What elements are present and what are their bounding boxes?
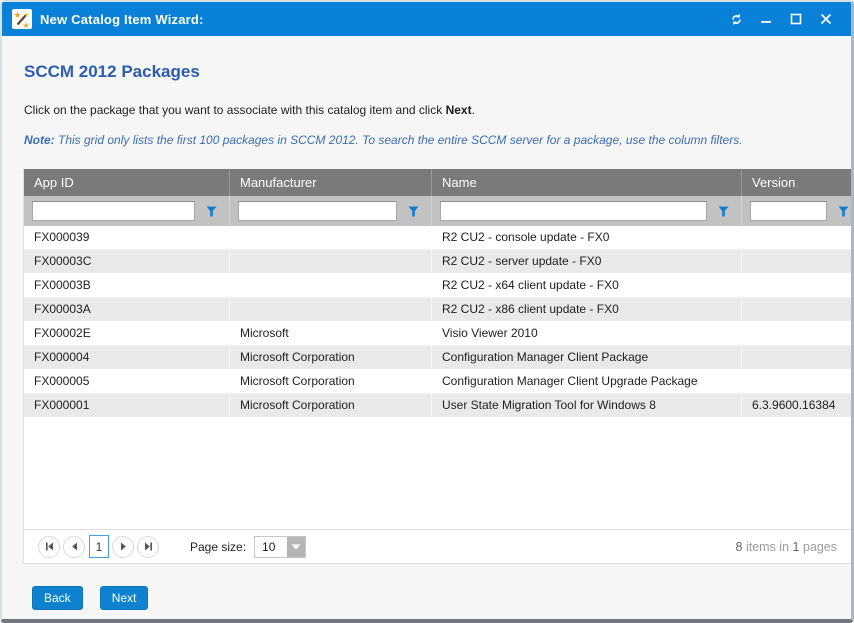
cell-app_id: FX00003C bbox=[24, 250, 230, 273]
cell-manufacturer: Microsoft bbox=[230, 322, 432, 345]
filter-cell-manufacturer bbox=[230, 196, 432, 226]
cell-name: Configuration Manager Client Upgrade Pac… bbox=[432, 370, 742, 393]
note-label: Note: bbox=[24, 133, 55, 147]
column-header-name[interactable]: Name bbox=[432, 169, 742, 196]
previous-page-button[interactable] bbox=[63, 536, 85, 558]
column-header-manufacturer[interactable]: Manufacturer bbox=[230, 169, 432, 196]
wizard-footer: Back Next bbox=[32, 586, 148, 610]
cell-app_id: FX00003B bbox=[24, 274, 230, 297]
cell-name: User State Migration Tool for Windows 8 bbox=[432, 394, 742, 417]
cell-app_id: FX000005 bbox=[24, 370, 230, 393]
page-title: SCCM 2012 Packages bbox=[24, 62, 200, 82]
table-row[interactable]: FX00003B R2 CU2 - x64 client update - FX0 bbox=[24, 274, 851, 298]
packages-grid-body: FX000039R2 CU2 - console update - FX0FX0… bbox=[24, 226, 851, 418]
next-button[interactable]: Next bbox=[100, 586, 149, 610]
filter-input-name[interactable] bbox=[440, 201, 707, 221]
filter-funnel-icon[interactable] bbox=[201, 201, 221, 221]
cell-app_id: FX000039 bbox=[24, 226, 230, 249]
table-row[interactable]: FX000039 R2 CU2 - console update - FX0 bbox=[24, 226, 851, 250]
cell-app_id: FX000004 bbox=[24, 346, 230, 369]
current-page-button[interactable]: 1 bbox=[89, 535, 109, 558]
back-button[interactable]: Back bbox=[32, 586, 83, 610]
pager-summary: 8 items in 1 pages bbox=[736, 540, 837, 554]
cell-version bbox=[742, 274, 851, 297]
cell-app_id: FX00002E bbox=[24, 322, 230, 345]
close-icon[interactable] bbox=[811, 7, 841, 31]
next-page-button[interactable] bbox=[112, 536, 134, 558]
cell-version bbox=[742, 346, 851, 369]
filter-input-manufacturer[interactable] bbox=[238, 201, 397, 221]
cell-manufacturer bbox=[230, 250, 432, 273]
refresh-icon[interactable] bbox=[721, 7, 751, 31]
cell-version bbox=[742, 322, 851, 345]
svg-text:★: ★ bbox=[14, 10, 22, 20]
cell-name: R2 CU2 - x86 client update - FX0 bbox=[432, 298, 742, 321]
minimize-icon[interactable] bbox=[751, 7, 781, 31]
table-row[interactable]: FX00003C R2 CU2 - server update - FX0 bbox=[24, 250, 851, 274]
last-page-button[interactable] bbox=[137, 536, 159, 558]
wizard-window: ★ ★ ★ New Catalog Item Wizard: bbox=[0, 0, 854, 623]
filter-funnel-icon[interactable] bbox=[403, 201, 423, 221]
grid-filter-row bbox=[24, 196, 851, 226]
filter-cell-name bbox=[432, 196, 742, 226]
chevron-down-icon[interactable] bbox=[287, 537, 305, 557]
cell-manufacturer: Microsoft Corporation bbox=[230, 346, 432, 369]
table-row[interactable]: FX00003A R2 CU2 - x86 client update - FX0 bbox=[24, 298, 851, 322]
table-row[interactable]: FX000001Microsoft CorporationUser State … bbox=[24, 394, 851, 418]
instruction-suffix: . bbox=[472, 103, 475, 117]
cell-manufacturer: Microsoft Corporation bbox=[230, 370, 432, 393]
column-header-app_id[interactable]: App ID bbox=[24, 169, 230, 196]
page-size-label: Page size: bbox=[190, 540, 246, 554]
cell-version bbox=[742, 370, 851, 393]
wizard-app-icon: ★ ★ ★ bbox=[12, 9, 32, 29]
cell-name: Configuration Manager Client Package bbox=[432, 346, 742, 369]
svg-text:★: ★ bbox=[24, 12, 29, 19]
packages-grid: App IDManufacturerNameVersion FX000039 R2… bbox=[23, 169, 851, 564]
table-row[interactable]: FX000005Microsoft CorporationConfigurati… bbox=[24, 370, 851, 394]
window-title: New Catalog Item Wizard: bbox=[40, 12, 204, 27]
column-header-version[interactable]: Version bbox=[742, 169, 851, 196]
cell-version: 6.3.9600.16384 bbox=[742, 394, 851, 417]
maximize-icon[interactable] bbox=[781, 7, 811, 31]
cell-name: R2 CU2 - x64 client update - FX0 bbox=[432, 274, 742, 297]
filter-funnel-icon[interactable] bbox=[833, 201, 851, 221]
grid-header-row: App IDManufacturerNameVersion bbox=[24, 169, 851, 196]
cell-manufacturer: Microsoft Corporation bbox=[230, 394, 432, 417]
cell-manufacturer bbox=[230, 274, 432, 297]
note-body: This grid only lists the first 100 packa… bbox=[55, 133, 743, 147]
cell-name: Visio Viewer 2010 bbox=[432, 322, 742, 345]
filter-funnel-icon[interactable] bbox=[713, 201, 733, 221]
note-text: Note: This grid only lists the first 100… bbox=[24, 133, 743, 147]
instruction-prefix: Click on the package that you want to as… bbox=[24, 103, 446, 117]
cell-version bbox=[742, 298, 851, 321]
instruction-text: Click on the package that you want to as… bbox=[24, 103, 475, 117]
svg-text:★: ★ bbox=[23, 21, 30, 29]
page-size-dropdown[interactable]: 10 bbox=[254, 536, 306, 558]
items-text: items in bbox=[743, 540, 793, 554]
cell-manufacturer bbox=[230, 298, 432, 321]
filter-cell-version bbox=[742, 196, 851, 226]
packages-grid-inner: App IDManufacturerNameVersion FX000039 R2… bbox=[24, 169, 851, 418]
cell-version bbox=[742, 250, 851, 273]
cell-name: R2 CU2 - server update - FX0 bbox=[432, 250, 742, 273]
cell-app_id: FX000001 bbox=[24, 394, 230, 417]
items-count: 8 bbox=[736, 540, 743, 554]
cell-manufacturer bbox=[230, 226, 432, 249]
cell-name: R2 CU2 - console update - FX0 bbox=[432, 226, 742, 249]
cell-version bbox=[742, 226, 851, 249]
cell-app_id: FX00003A bbox=[24, 298, 230, 321]
first-page-button[interactable] bbox=[38, 536, 60, 558]
table-row[interactable]: FX000004Microsoft CorporationConfigurati… bbox=[24, 346, 851, 370]
table-row[interactable]: FX00002EMicrosoftVisio Viewer 2010 bbox=[24, 322, 851, 346]
title-bar: ★ ★ ★ New Catalog Item Wizard: bbox=[2, 2, 851, 36]
page-size-value: 10 bbox=[255, 537, 287, 557]
pages-text: pages bbox=[799, 540, 837, 554]
grid-empty-area bbox=[24, 418, 851, 529]
window-controls bbox=[721, 7, 841, 31]
filter-input-version[interactable] bbox=[750, 201, 827, 221]
instruction-next-emphasis: Next bbox=[446, 103, 472, 117]
filter-input-app_id[interactable] bbox=[32, 201, 195, 221]
grid-pager: 1 Page size: 10 8 items in 1 pages bbox=[24, 529, 851, 563]
filter-cell-app_id bbox=[24, 196, 230, 226]
